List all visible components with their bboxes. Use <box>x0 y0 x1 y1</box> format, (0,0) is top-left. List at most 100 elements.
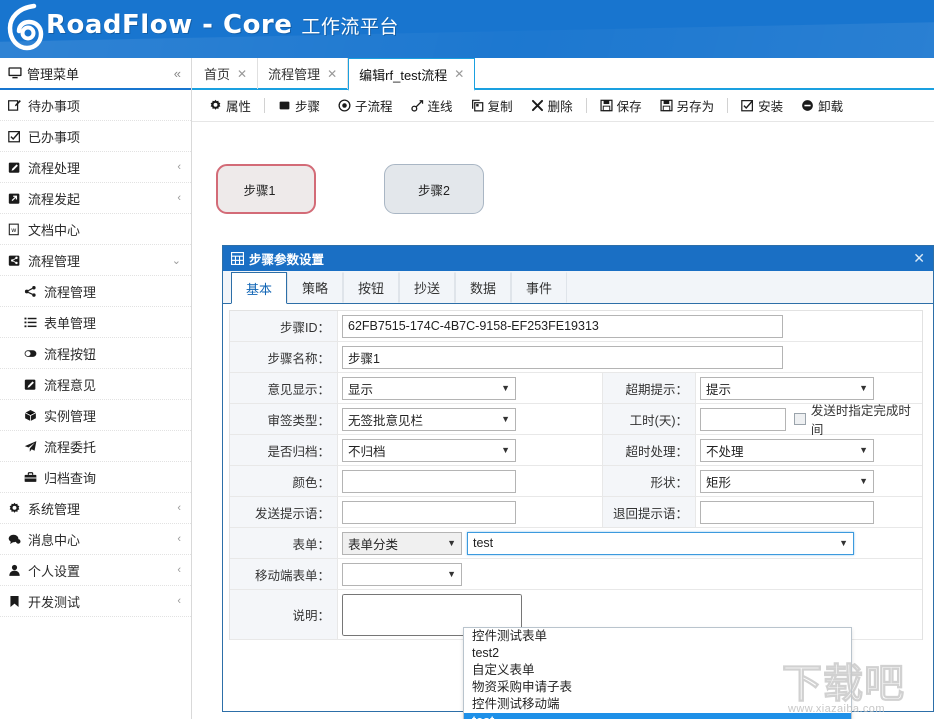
sidebar-item-4[interactable]: w文档中心 <box>0 214 191 245</box>
tab-label: 编辑rf_test流程 <box>359 65 447 84</box>
sign-type-select[interactable]: 无签批意见栏 ▼ <box>342 408 516 431</box>
back-tip-label: 退回提示语： <box>602 497 696 527</box>
chevron-left-icon: ‹ <box>177 595 181 607</box>
dropdown-option-0[interactable]: 控件测试表单 <box>464 628 851 645</box>
specify-finish-time-checkbox[interactable]: 发送时指定完成时间 <box>794 400 922 438</box>
form-select-dropdown[interactable]: 控件测试表单test2自定义表单物资采购申请子表控件测试移动端test物资采购申… <box>463 627 852 719</box>
overdue-tip-value: 提示 <box>706 379 731 398</box>
chevron-down-icon: ▼ <box>501 445 510 455</box>
dialog-tab-2[interactable]: 按钮 <box>343 272 399 303</box>
dialog-titlebar: 步骤参数设置 ✕ <box>223 246 933 271</box>
sidebar-item-10[interactable]: 实例管理 <box>0 400 191 431</box>
link-chain-icon <box>411 99 424 112</box>
dropdown-option-3[interactable]: 物资采购申请子表 <box>464 679 851 696</box>
toolbar-button-9[interactable]: 另存为 <box>651 93 724 119</box>
mobile-form-label: 移动端表单： <box>230 559 338 589</box>
archive-select[interactable]: 不归档 ▼ <box>342 439 516 462</box>
toolbar-button-8[interactable]: 保存 <box>591 93 651 119</box>
dialog-tab-3[interactable]: 抄送 <box>399 272 455 303</box>
sidebar-item-13[interactable]: 系统管理‹ <box>0 493 191 524</box>
sidebar-item-label: 流程发起 <box>28 189 80 208</box>
dropdown-option-2[interactable]: 自定义表单 <box>464 662 851 679</box>
floppy-saveas-icon <box>660 99 673 112</box>
overdue-tip-select[interactable]: 提示 ▼ <box>700 377 874 400</box>
workflow-node-step1[interactable]: 步骤1 <box>216 164 316 214</box>
mobile-form-select[interactable]: ▼ <box>342 563 462 586</box>
brand-title: RoadFlow - Core 工作流平台 <box>46 10 399 40</box>
dialog-tab-4[interactable]: 数据 <box>455 272 511 303</box>
form-row-color-shape: 颜色： 形状： 矩形 ▼ <box>230 466 922 497</box>
step-parameter-dialog: 步骤参数设置 ✕ 基本策略按钮抄送数据事件 步骤ID： 步骤名称： <box>222 245 934 712</box>
dropdown-option-4[interactable]: 控件测试移动端 <box>464 696 851 713</box>
sidebar-item-14[interactable]: 消息中心‹ <box>0 524 191 555</box>
tab-close-icon[interactable]: ✕ <box>237 67 247 81</box>
toolbar-button-label: 子流程 <box>355 96 393 115</box>
dialog-tab-5[interactable]: 事件 <box>511 272 567 303</box>
step-name-input[interactable] <box>342 346 783 369</box>
workflow-node-step2[interactable]: 步骤2 <box>384 164 484 214</box>
dialog-tab-1[interactable]: 策略 <box>287 272 343 303</box>
send-tip-input[interactable] <box>342 501 516 524</box>
opinion-show-select[interactable]: 显示 ▼ <box>342 377 516 400</box>
toolbar-button-label: 保存 <box>617 96 642 115</box>
edit-square-icon <box>8 99 25 112</box>
toolbar-button-0[interactable]: 属性 <box>200 93 260 119</box>
toolbar-button-11[interactable]: 安装 <box>732 93 792 119</box>
share-square-icon <box>8 254 25 267</box>
dialog-tab-0[interactable]: 基本 <box>231 272 287 304</box>
shape-value: 矩形 <box>706 472 731 491</box>
sidebar-item-9[interactable]: 流程意见 <box>0 369 191 400</box>
sidebar-item-12[interactable]: 归档查询 <box>0 462 191 493</box>
toolbar-button-4[interactable]: 连线 <box>402 93 462 119</box>
toolbar-button-5[interactable]: 复制 <box>462 93 522 119</box>
sidebar-item-7[interactable]: 表单管理 <box>0 307 191 338</box>
tab-0[interactable]: 首页✕ <box>194 58 258 89</box>
toolbar-button-6[interactable]: 删除 <box>522 93 582 119</box>
chevron-left-icon: ‹ <box>177 533 181 545</box>
square-filled-icon <box>278 99 291 112</box>
step-id-input[interactable] <box>342 315 783 338</box>
brand-name: RoadFlow - Core <box>46 10 292 40</box>
form-select[interactable]: test ▼ <box>467 532 854 555</box>
toolbar-button-12[interactable]: 卸载 <box>792 93 852 119</box>
sidebar-item-11[interactable]: 流程委托 <box>0 431 191 462</box>
back-tip-input[interactable] <box>700 501 874 524</box>
color-input[interactable] <box>342 470 516 493</box>
work-hours-input[interactable] <box>700 408 786 431</box>
toolbar-separator <box>264 98 265 113</box>
tab-2[interactable]: 编辑rf_test流程 ✕ <box>348 58 475 91</box>
shape-select[interactable]: 矩形 ▼ <box>700 470 874 493</box>
sidebar-header-label: 管理菜单 <box>27 64 79 83</box>
roadflow-logo-icon <box>4 2 48 54</box>
sidebar-item-2[interactable]: 流程处理‹ <box>0 152 191 183</box>
sidebar-item-6[interactable]: 流程管理 <box>0 276 191 307</box>
brand-subtitle: 工作流平台 <box>301 17 399 38</box>
tab-1[interactable]: 流程管理✕ <box>258 58 348 89</box>
sidebar-item-3[interactable]: 流程发起‹ <box>0 183 191 214</box>
form-row-mobile-form: 移动端表单： ▼ <box>230 559 922 590</box>
sidebar-item-1[interactable]: 已办事项 <box>0 121 191 152</box>
chevron-left-icon: ‹ <box>177 502 181 514</box>
dropdown-option-1[interactable]: test2 <box>464 645 851 662</box>
bookmark-icon <box>8 595 25 608</box>
timeout-select[interactable]: 不处理 ▼ <box>700 439 874 462</box>
sidebar-item-16[interactable]: 开发测试‹ <box>0 586 191 617</box>
toolbar-button-2[interactable]: 步骤 <box>269 93 329 119</box>
close-icon[interactable]: ✕ <box>913 250 925 267</box>
sidebar-item-5[interactable]: 流程管理⌄ <box>0 245 191 276</box>
sidebar-item-0[interactable]: 待办事项 <box>0 90 191 121</box>
opinion-show-value: 显示 <box>348 379 373 398</box>
sidebar-collapse-icon[interactable]: « <box>174 66 181 81</box>
sidebar-item-8[interactable]: 流程按钮 <box>0 338 191 369</box>
form-category-select[interactable]: 表单分类 ▼ <box>342 532 462 555</box>
toolbar-button-3[interactable]: 子流程 <box>329 93 402 119</box>
sidebar-item-15[interactable]: 个人设置‹ <box>0 555 191 586</box>
toolbar-button-label: 步骤 <box>295 96 320 115</box>
node-label: 步骤1 <box>244 180 276 199</box>
tab-close-icon[interactable]: ✕ <box>327 67 337 81</box>
chevron-down-icon: ▼ <box>839 538 848 548</box>
opinion-show-label: 意见显示： <box>230 373 338 403</box>
minus-circle-icon <box>801 99 814 112</box>
tab-close-icon[interactable]: ✕ <box>454 67 464 81</box>
dropdown-option-5[interactable]: test <box>464 713 851 719</box>
